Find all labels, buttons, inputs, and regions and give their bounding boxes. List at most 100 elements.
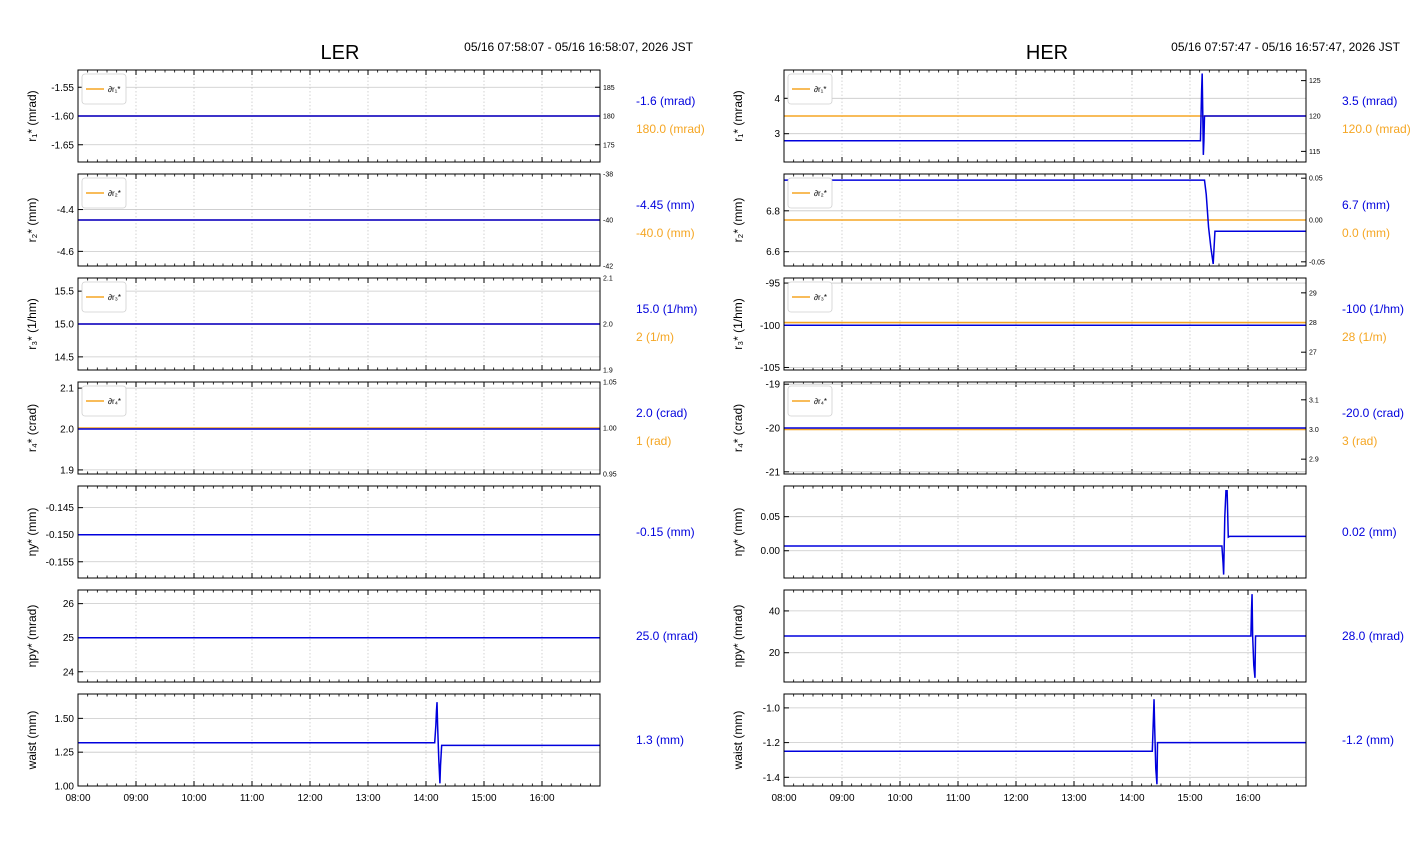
y-tick-label: -1.65 xyxy=(51,140,74,151)
current-value-label: 25.0 (mrad) xyxy=(636,629,698,643)
y-axis-label: ηpy* (mrad) xyxy=(25,605,39,668)
her-panel-3: -95 -100 -105 29 28 27 ∂r₃* r₃* (1/hm) -100 (1/h… xyxy=(731,277,1404,374)
legend-label: ∂r₄* xyxy=(108,397,121,406)
y-tick-label: 26 xyxy=(63,599,75,610)
y-tick-label: -1.60 xyxy=(51,112,74,123)
panel-frame xyxy=(77,485,601,579)
legend: ∂r₂* xyxy=(81,177,127,209)
x-tick-label: 09:00 xyxy=(829,793,854,804)
current-value-label: 15.0 (1/hm) xyxy=(636,302,697,316)
x-tick-label: 13:00 xyxy=(1061,793,1086,804)
her-panel-5: 0.05 0.00 ηy* (mm) 0.02 (mm) xyxy=(731,485,1397,579)
current-value-label: -20.0 (crad) xyxy=(1342,406,1404,420)
y2-tick-label: 0.95 xyxy=(603,472,617,479)
ler-panel-4: 2.1 2.0 1.9 1.05 1.00 0.95 ∂r₄* r₄* (crad) 2.0 (… xyxy=(25,380,687,479)
y2-tick-label: 28 xyxy=(1309,320,1317,327)
y2-tick-label: 120 xyxy=(1309,114,1321,121)
x-tick-label: 10:00 xyxy=(181,793,206,804)
y2-tick-label: 115 xyxy=(1309,149,1320,156)
her-title: HER xyxy=(1026,42,1068,64)
x-tick-label: 16:00 xyxy=(1235,793,1260,804)
current-value-label: -100 (1/hm) xyxy=(1342,302,1404,316)
y2-tick-label: 1.9 xyxy=(603,368,613,375)
y-tick-label: 1.9 xyxy=(60,465,74,476)
y-axis-label: waist (mm) xyxy=(25,711,39,771)
y2-tick-label: -42 xyxy=(603,264,613,271)
y-tick-label: 25 xyxy=(63,633,75,644)
ler-time-range: 05/16 07:58:07 - 05/16 16:58:07, 2026 JS… xyxy=(464,40,694,54)
current-series-line xyxy=(784,73,1306,155)
her-panel-2: 6.8 6.6 0.05 0.00 -0.05 ∂r₂* r₂* (mm) 6.7 (mm) 0… xyxy=(731,173,1390,267)
y-axis-label: r₄* (crad) xyxy=(731,404,745,452)
current-series-line xyxy=(784,490,1306,575)
y-axis-label: r₃* (1/hm) xyxy=(25,298,39,350)
y2-tick-label: -40 xyxy=(603,218,613,225)
y-tick-label: 0.05 xyxy=(761,512,781,523)
x-tick-label: 15:00 xyxy=(471,793,496,804)
y-axis-label: ηy* (mm) xyxy=(731,508,745,557)
y-tick-label: 20 xyxy=(769,648,781,659)
legend: ∂r₃* xyxy=(81,281,127,313)
y2-tick-label: 175 xyxy=(603,142,615,149)
x-tick-label: 14:00 xyxy=(413,793,438,804)
target-value-label: -40.0 (mm) xyxy=(636,226,695,240)
y-tick-label: -19 xyxy=(766,380,781,391)
y-tick-label: 2.1 xyxy=(60,384,74,395)
ler-panel-2: -4.4 -4.6 -38 -40 -42 ∂r₂* r₂* (mm) -4.45 (mm) -… xyxy=(25,172,695,271)
x-tick-label: 14:00 xyxy=(1119,793,1144,804)
ler-panel-3: 15.5 15.0 14.5 2.1 2.0 1.9 ∂r₃* r₃* (1/hm) 15.0 … xyxy=(25,276,697,375)
legend: ∂r₁* xyxy=(787,73,833,105)
y-axis-label: ηpy* (mrad) xyxy=(731,605,745,668)
legend-label: ∂r₂* xyxy=(814,189,827,198)
y2-tick-label: 1.00 xyxy=(603,426,617,433)
y-tick-label: -4.4 xyxy=(57,205,75,216)
current-series-line xyxy=(784,699,1306,785)
y-tick-label: 2.0 xyxy=(60,425,74,436)
y-tick-label: 3 xyxy=(774,129,780,140)
x-tick-label: 11:00 xyxy=(946,793,971,804)
y-tick-label: 6.6 xyxy=(766,247,780,258)
y2-tick-label: -0.05 xyxy=(1309,259,1325,266)
target-value-label: 3 (rad) xyxy=(1342,434,1377,448)
y-tick-label: -1.4 xyxy=(763,773,781,784)
y2-tick-label: 2.9 xyxy=(1309,457,1319,464)
target-value-label: 120.0 (mrad) xyxy=(1342,122,1411,136)
ler-panel-5: -0.145 -0.150 -0.155 ηy* (mm) -0.15 (mm) xyxy=(25,485,695,579)
y-tick-label: -0.145 xyxy=(46,503,75,514)
y-tick-label: -1.55 xyxy=(51,83,74,94)
y-tick-label: 6.8 xyxy=(766,206,780,217)
y-tick-label: 1.25 xyxy=(55,748,75,759)
y-tick-label: -95 xyxy=(766,279,781,290)
y-axis-label: r₂* (mm) xyxy=(731,198,745,243)
y2-tick-label: 29 xyxy=(1309,290,1317,297)
ler-title: LER xyxy=(321,42,360,64)
legend-label: ∂r₁* xyxy=(108,85,120,94)
ler-panel-7: 1.50 1.25 1.00 waist (mm) 1.3 (mm) 08:00 09:00… xyxy=(25,693,684,804)
legend-label: ∂r₂* xyxy=(108,189,121,198)
legend: ∂r₂* xyxy=(787,177,833,209)
x-tick-label: 16:00 xyxy=(529,793,554,804)
legend-label: ∂r₄* xyxy=(814,397,827,406)
y-tick-label: -105 xyxy=(760,363,780,374)
target-value-label: 1 (rad) xyxy=(636,434,671,448)
figure-canvas: LER 05/16 07:58:07 - 05/16 16:58:07, 202… xyxy=(25,40,1411,804)
y-tick-label: 40 xyxy=(769,606,781,617)
x-tick-label: 15:00 xyxy=(1177,793,1202,804)
current-value-label: 6.7 (mm) xyxy=(1342,198,1390,212)
y2-tick-label: 3.1 xyxy=(1309,397,1319,404)
y-tick-label: 24 xyxy=(63,667,75,678)
x-tick-label: 09:00 xyxy=(123,793,148,804)
y-tick-label: -4.6 xyxy=(57,247,75,258)
legend: ∂r₄* xyxy=(787,385,833,417)
current-value-label: 2.0 (crad) xyxy=(636,406,687,420)
x-tick-label: 13:00 xyxy=(355,793,380,804)
x-tick-label: 11:00 xyxy=(240,793,265,804)
y2-tick-label: 2.1 xyxy=(603,276,613,283)
target-value-label: 180.0 (mrad) xyxy=(636,122,705,136)
y2-tick-label: -38 xyxy=(603,172,613,179)
y-axis-label: r₁* (mrad) xyxy=(731,90,745,141)
y-tick-label: 1.00 xyxy=(55,782,75,793)
y2-tick-label: 2.0 xyxy=(603,322,613,329)
current-value-label: -1.6 (mrad) xyxy=(636,94,695,108)
y-axis-label: r₄* (crad) xyxy=(25,404,39,452)
